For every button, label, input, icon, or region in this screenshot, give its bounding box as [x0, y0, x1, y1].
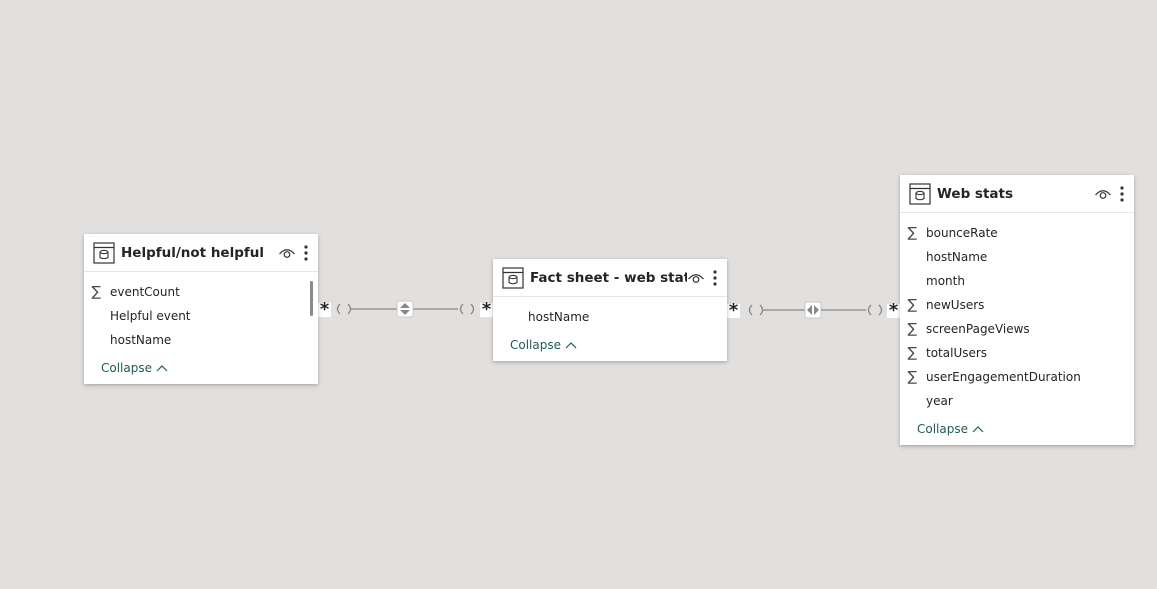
table-title: Web stats	[937, 185, 1014, 202]
field-name: hostName	[528, 310, 590, 324]
cardinality-many-marker: *	[480, 299, 493, 320]
table-card-fact[interactable]: Fact sheet - web stats hostName Collapse	[493, 259, 727, 361]
collapse-button[interactable]: Collapse	[917, 417, 984, 441]
cross-filter-both-icon[interactable]	[804, 301, 822, 319]
collapse-button[interactable]: Collapse	[510, 333, 577, 357]
collapse-label: Collapse	[510, 338, 561, 352]
field-name: month	[926, 274, 965, 288]
eye-icon[interactable]	[278, 244, 296, 262]
aggregate-sigma-icon: ∑	[907, 369, 917, 385]
field-row[interactable]: ∑ totalUsers	[900, 341, 1134, 365]
vertical-scrollbar[interactable]	[310, 281, 313, 316]
eye-icon[interactable]	[687, 269, 705, 287]
field-row[interactable]: month	[900, 269, 1134, 293]
table-card-header[interactable]: Fact sheet - web stats	[493, 259, 727, 297]
field-row[interactable]: ∑ eventCount	[84, 280, 318, 304]
field-name: year	[926, 394, 953, 408]
more-options-icon[interactable]	[300, 244, 312, 262]
field-row[interactable]: Helpful event	[84, 304, 318, 328]
table-icon	[93, 241, 115, 264]
field-list: hostName Collapse	[493, 297, 727, 357]
table-title: Helpful/not helpful	[121, 244, 264, 261]
table-card-helpful[interactable]: Helpful/not helpful ∑ eventCount Helpful…	[84, 234, 318, 384]
collapse-label: Collapse	[917, 422, 968, 436]
field-list: ∑ bounceRate hostName month ∑ newUsers ∑…	[900, 213, 1134, 441]
cardinality-many-marker: *	[727, 300, 740, 321]
field-name: hostName	[926, 250, 988, 264]
table-card-header[interactable]: Helpful/not helpful	[84, 234, 318, 272]
table-title: Fact sheet - web stats	[530, 269, 687, 286]
field-row[interactable]: year	[900, 389, 1134, 413]
more-options-icon[interactable]	[709, 269, 721, 287]
aggregate-sigma-icon: ∑	[907, 321, 917, 337]
collapse-button[interactable]: Collapse	[101, 356, 168, 380]
more-options-icon[interactable]	[1116, 185, 1128, 203]
field-name: newUsers	[926, 298, 985, 312]
chevron-up-icon	[565, 342, 577, 349]
collapse-label: Collapse	[101, 361, 152, 375]
field-list: ∑ eventCount Helpful event hostName Coll…	[84, 272, 318, 380]
table-card-header[interactable]: Web stats	[900, 175, 1134, 213]
field-row[interactable]: hostName	[493, 305, 727, 329]
field-row[interactable]: hostName	[84, 328, 318, 352]
field-name: hostName	[110, 333, 172, 347]
field-name: totalUsers	[926, 346, 988, 360]
field-row[interactable]: hostName	[900, 245, 1134, 269]
field-name: bounceRate	[926, 226, 998, 240]
field-row[interactable]: ∑ bounceRate	[900, 221, 1134, 245]
table-card-web-stats[interactable]: Web stats ∑ bounceRate hostName month ∑ …	[900, 175, 1134, 445]
table-icon	[502, 266, 524, 289]
model-canvas[interactable]: * * * * Helpful/not helpful ∑ eventCount…	[0, 0, 1157, 589]
aggregate-sigma-icon: ∑	[907, 297, 917, 313]
field-row[interactable]: ∑ screenPageViews	[900, 317, 1134, 341]
chevron-up-icon	[972, 426, 984, 433]
table-icon	[909, 182, 931, 205]
cross-filter-both-icon[interactable]	[396, 300, 414, 318]
chevron-up-icon	[156, 365, 168, 372]
field-name: screenPageViews	[926, 322, 1030, 336]
field-name: eventCount	[110, 285, 180, 299]
cardinality-many-marker: *	[318, 299, 331, 320]
cardinality-many-marker: *	[887, 300, 900, 321]
aggregate-sigma-icon: ∑	[907, 225, 917, 241]
eye-icon[interactable]	[1094, 185, 1112, 203]
field-name: userEngagementDuration	[926, 370, 1081, 384]
aggregate-sigma-icon: ∑	[907, 345, 917, 361]
aggregate-sigma-icon: ∑	[91, 284, 101, 300]
field-row[interactable]: ∑ userEngagementDuration	[900, 365, 1134, 389]
field-name: Helpful event	[110, 309, 191, 323]
field-row[interactable]: ∑ newUsers	[900, 293, 1134, 317]
